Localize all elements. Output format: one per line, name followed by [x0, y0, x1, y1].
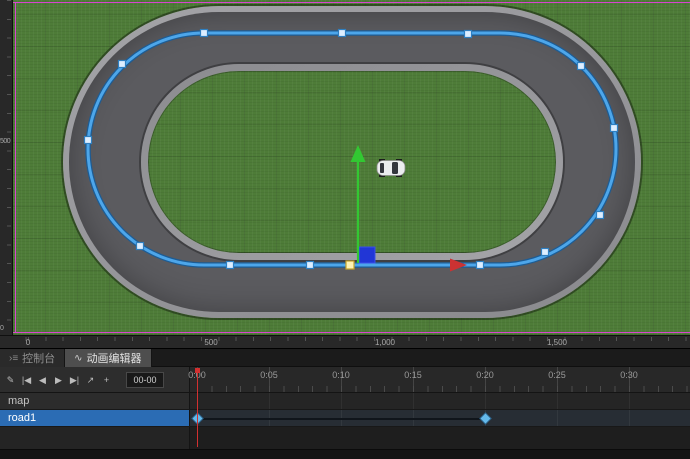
- track-lane[interactable]: [190, 410, 690, 426]
- path-control-point[interactable]: [595, 210, 605, 220]
- time-ruler-label: 0:30: [620, 370, 638, 380]
- scene-viewport[interactable]: 500 0 0 500 1,000 1,500: [0, 0, 690, 348]
- add-key-button[interactable]: +: [100, 372, 113, 388]
- path-spline-outline: [85, 30, 619, 268]
- ruler-horizontal: 0 500 1,000 1,500: [0, 335, 690, 348]
- edit-button[interactable]: ✎: [4, 372, 17, 388]
- time-ruler-label: 0:10: [332, 370, 350, 380]
- tab-label: 动画编辑器: [86, 353, 142, 365]
- ruler-ticks: [7, 0, 11, 335]
- car-sprite[interactable]: [376, 159, 406, 177]
- path-control-point[interactable]: [337, 28, 347, 38]
- ruler-label: 0: [0, 325, 4, 332]
- path-control-point[interactable]: [463, 29, 473, 39]
- ruler-ticks: [13, 337, 690, 341]
- path-control-point[interactable]: [225, 260, 235, 270]
- path-control-point[interactable]: [83, 135, 93, 145]
- path-control-point[interactable]: [305, 260, 315, 270]
- path-control-point[interactable]: [609, 123, 619, 133]
- move-gizmo-x-arrowhead[interactable]: [450, 258, 467, 272]
- tab-label: 控制台: [22, 353, 56, 365]
- ruler-label: 500: [204, 338, 218, 347]
- path-control-point[interactable]: [540, 247, 550, 257]
- path-control-point[interactable]: [199, 28, 209, 38]
- time-ruler-minor-ticks: [190, 386, 690, 392]
- next-frame-button[interactable]: ▶|: [68, 372, 81, 388]
- time-ruler-label: 0:20: [476, 370, 494, 380]
- waveform-icon: ∿: [74, 352, 83, 364]
- keyframe-diamond[interactable]: [480, 413, 490, 424]
- bottom-scrollbar-strip[interactable]: [0, 449, 690, 459]
- tab-animation-editor[interactable]: ∿ 动画编辑器: [65, 349, 152, 367]
- prev-frame-button[interactable]: ◀: [36, 372, 49, 388]
- path-control-point-selected[interactable]: [345, 260, 355, 270]
- time-ruler[interactable]: 0:00 0:05 0:10 0:15 0:20 0:25 0:30: [188, 367, 690, 393]
- ruler-label: 500: [0, 138, 11, 145]
- tracks-area: map road1: [0, 393, 690, 449]
- path-spline[interactable]: [86, 31, 618, 267]
- track-name[interactable]: map: [0, 393, 190, 409]
- move-gizmo-plane-handle[interactable]: [358, 246, 376, 264]
- export-button[interactable]: ↗: [84, 372, 97, 388]
- scene-overlay: [83, 28, 619, 272]
- keyframe-connector: [197, 418, 485, 420]
- ruler-label: 0: [25, 338, 31, 347]
- track-name[interactable]: road1: [0, 410, 190, 426]
- console-icon: ›≡: [9, 352, 19, 364]
- ruler-vertical: 500 0: [0, 0, 13, 335]
- animation-timeline-panel: ›≡ 控制台 ∿ 动画编辑器 ✎ |◀ ◀ ▶ ▶| ↗ + 00-00 0:0…: [0, 348, 690, 459]
- panel-tab-bar: ›≡ 控制台 ∿ 动画编辑器: [0, 349, 690, 367]
- move-gizmo-y-arrowhead[interactable]: [350, 145, 366, 162]
- time-field[interactable]: 00-00: [126, 371, 164, 388]
- time-ruler-label: 0:15: [404, 370, 422, 380]
- path-control-points: [83, 28, 619, 270]
- go-start-button[interactable]: |◀: [20, 372, 33, 388]
- animation-editor-app: 500 0 0 500 1,000 1,500 ›≡ 控制台 ∿ 动画编辑器 ✎…: [0, 0, 690, 459]
- play-button[interactable]: ▶: [52, 372, 65, 388]
- track-row-road1[interactable]: road1: [0, 410, 690, 427]
- path-control-point[interactable]: [117, 59, 127, 69]
- track-lane[interactable]: [190, 393, 690, 409]
- track-row-map[interactable]: map: [0, 393, 690, 410]
- time-ruler-label: 0:05: [260, 370, 278, 380]
- tracks-filler: [0, 427, 690, 449]
- playhead[interactable]: [197, 369, 198, 447]
- ruler-label: 1,500: [546, 338, 568, 347]
- path-control-point[interactable]: [576, 61, 586, 71]
- tab-console[interactable]: ›≡ 控制台: [0, 349, 66, 367]
- time-ruler-label: 0:25: [548, 370, 566, 380]
- playback-toolbar: ✎ |◀ ◀ ▶ ▶| ↗ + 00-00: [0, 367, 190, 393]
- path-control-point[interactable]: [475, 260, 485, 270]
- ruler-label: 1,000: [374, 338, 396, 347]
- path-control-point[interactable]: [135, 241, 145, 251]
